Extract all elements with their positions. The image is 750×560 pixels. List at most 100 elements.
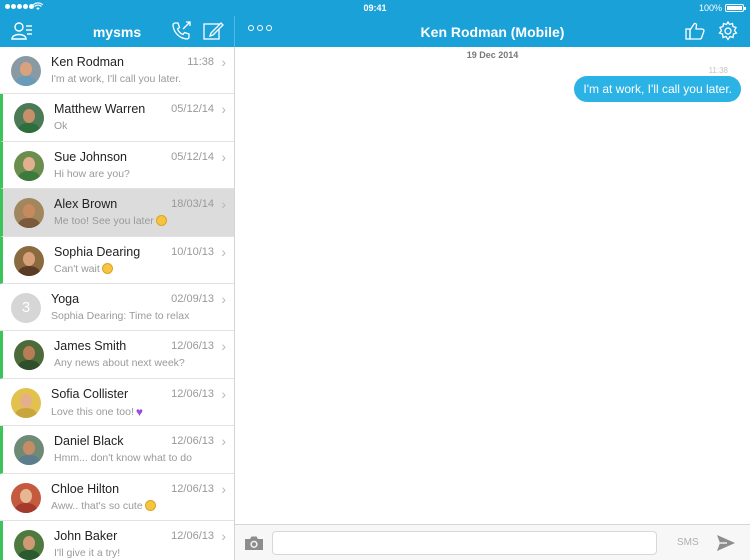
conversation-item[interactable]: James Smith 12/06/13 › Any news about next … — [0, 331, 234, 379]
avatar — [14, 435, 44, 466]
chevron-right-icon: › — [221, 243, 226, 260]
contact-name: Daniel Black — [54, 434, 124, 449]
message-preview-text: Me too! See you later — [54, 215, 154, 228]
avatar — [11, 482, 41, 513]
message-preview: Any news about next week? — [54, 357, 185, 369]
avatar-body — [18, 549, 40, 560]
message-preview-text: I'll give it a try! — [54, 546, 121, 559]
chevron-right-icon: › — [221, 290, 226, 307]
thumbs-up-icon[interactable] — [684, 20, 706, 42]
contact-name: Yoga — [51, 291, 80, 306]
conversation-item[interactable]: John Baker 12/06/13 › I'll give it a try! — [0, 520, 234, 560]
avatar — [11, 56, 41, 86]
message-preview: Hi how are you? — [54, 168, 130, 180]
avatar — [14, 340, 44, 371]
conversation-date: 12/06/13 — [171, 482, 214, 495]
avatar — [14, 103, 44, 134]
conversation-date: 05/12/14 — [171, 103, 214, 116]
date-separator: 19 Dec 2014 — [466, 50, 519, 60]
conversation-date: 18/03/14 — [171, 198, 214, 211]
avatar-face — [23, 346, 35, 361]
avatar-face — [23, 441, 35, 456]
message-time: 11:38 — [708, 66, 728, 75]
avatar-face — [23, 109, 35, 124]
chevron-right-icon: › — [221, 196, 226, 213]
avatar-face — [20, 62, 32, 76]
conversation-date: 12/06/13 — [171, 387, 214, 400]
message-preview: Love this one too! ♥ — [51, 405, 143, 419]
chevron-right-icon: › — [221, 527, 226, 544]
app-header: 09:41 100% mysms Ken Rodman (Mobile) — [0, 0, 750, 47]
camera-icon[interactable] — [244, 535, 264, 551]
avatar-face — [20, 393, 32, 408]
avatar-face — [20, 488, 32, 503]
conversation-date: 05/12/14 — [171, 150, 214, 163]
conversation-list: Ken Rodman 11:38 › I'm at work, I'll call y… — [0, 47, 235, 560]
send-icon[interactable] — [716, 533, 736, 553]
battery-icon — [725, 4, 746, 12]
gear-icon[interactable] — [717, 20, 739, 42]
message-preview: Me too! See you later — [54, 215, 167, 227]
message-preview-text: Any news about next week? — [54, 357, 185, 370]
message-preview: I'll give it a try! — [54, 547, 120, 559]
conversation-date: 11:38 — [187, 56, 214, 68]
conversation-date: 12/06/13 — [171, 435, 214, 448]
conversation-header: Ken Rodman (Mobile) — [235, 16, 750, 47]
message-preview: Hmm... don't know what to do — [54, 452, 192, 464]
message-preview-text: I'm at work, I'll call you later. — [51, 73, 182, 85]
message-preview-text: Sophia Dearing: Time to relax — [51, 309, 190, 322]
sidebar-header: mysms — [0, 16, 234, 47]
avatar — [14, 245, 44, 276]
contact-name: Chloe Hilton — [51, 481, 120, 496]
group-member-count: 3 — [21, 299, 31, 317]
conversation-date: 12/06/13 — [171, 529, 214, 542]
avatar-body — [18, 170, 40, 181]
avatar-face — [23, 156, 35, 171]
contact-name: Alex Brown — [54, 197, 118, 212]
smile-emoji-icon — [101, 262, 113, 274]
conversation-item[interactable]: Chloe Hilton 12/06/13 › Aww.. that's so cut… — [0, 474, 234, 521]
battery-percent: 100% — [698, 3, 722, 13]
message-preview-text: Aww.. that's so cute — [51, 499, 143, 512]
conversation-item[interactable]: Sophia Dearing 10/10/13 › Can't wait — [0, 236, 234, 284]
chevron-right-icon: › — [221, 148, 226, 165]
conversation-item[interactable]: Sue Johnson 05/12/14 › Hi how are you? — [0, 141, 234, 190]
avatar-body — [15, 407, 37, 418]
contact-name: Sophia Dearing — [54, 244, 141, 259]
chevron-right-icon: › — [221, 54, 226, 70]
conversation-item[interactable]: Sofia Collister 12/06/13 › Love this one to… — [0, 379, 234, 427]
chevron-right-icon: › — [221, 101, 226, 118]
conversation-date: 02/09/13 — [171, 292, 214, 305]
heart-emoji-icon: ♥ — [135, 404, 144, 419]
conversation-title: Ken Rodman (Mobile) — [420, 24, 565, 40]
smile-emoji-icon — [144, 499, 156, 511]
conversation-item[interactable]: Alex Brown 18/03/14 › Me too! See you later — [0, 189, 234, 237]
message-preview: Aww.. that's so cute — [51, 499, 156, 512]
message-input[interactable] — [272, 531, 657, 555]
avatar — [14, 198, 44, 229]
app-title: mysms — [92, 24, 142, 40]
avatar-face — [23, 535, 35, 550]
message-preview-text: Can't wait — [54, 262, 100, 275]
smile-emoji-icon — [155, 215, 167, 227]
contact-name: James Smith — [54, 339, 127, 354]
avatar-body — [18, 123, 40, 134]
conversation-item[interactable]: 3 Yoga 02/09/13 › Sophia Dearing: Time to re… — [0, 284, 234, 332]
message-preview-text: Hmm... don't know what to do — [54, 452, 192, 465]
avatar-body — [15, 502, 37, 513]
compose-icon[interactable] — [202, 20, 224, 42]
conversation-date: 12/06/13 — [171, 340, 214, 353]
conversation-item[interactable]: Ken Rodman 11:38 › I'm at work, I'll call y… — [0, 47, 234, 95]
avatar-body — [18, 455, 40, 466]
chevron-right-icon: › — [221, 480, 226, 497]
conversation-item[interactable]: Daniel Black 12/06/13 › Hmm... don't know w… — [0, 426, 234, 474]
avatar-face — [23, 204, 35, 219]
avatar — [14, 150, 44, 181]
conversation-item[interactable]: Matthew Warren 05/12/14 › Ok — [0, 94, 234, 142]
message-preview-text: Ok — [54, 120, 68, 133]
call-icon[interactable] — [170, 20, 192, 42]
message-composer: SMS — [235, 524, 750, 560]
chevron-right-icon: › — [221, 338, 226, 355]
chevron-right-icon: › — [221, 433, 226, 450]
outgoing-message-bubble[interactable]: I'm at work, I'll call you later. — [574, 76, 741, 102]
